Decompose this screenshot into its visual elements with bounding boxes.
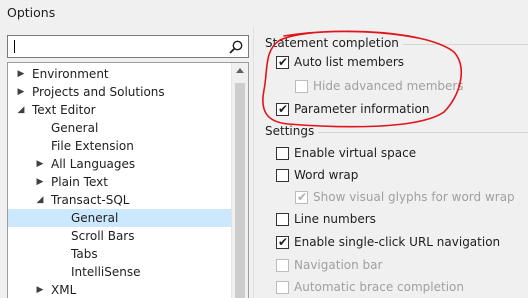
tree-item-label: General [51,121,99,135]
show-visual-glyphs-label: Show visual glyphs for word wrap [313,190,515,204]
tree-item-tsql-general[interactable]: General [8,209,232,227]
search-input[interactable] [7,35,249,58]
tree-item-label: Scroll Bars [71,229,135,243]
window-title: Options [7,5,56,20]
navigation-bar-checkbox[interactable] [276,259,289,272]
single-click-url-checkbox[interactable]: ✔ [276,235,289,249]
line-numbers-checkbox[interactable] [276,213,289,226]
tree-item-text-editor[interactable]: ◢ Text Editor [8,101,232,119]
check-icon: ✔ [297,190,308,204]
scroll-up-arrow-icon[interactable] [236,68,244,73]
expand-arrow-icon[interactable]: ▶ [16,65,26,83]
check-icon: ✔ [278,235,289,249]
tree-scrollbar[interactable] [231,63,248,298]
expand-arrow-icon[interactable]: ▶ [35,155,45,173]
navigation-bar-label: Navigation bar [294,258,383,272]
word-wrap-label: Word wrap [294,168,359,182]
tree-item-scroll-bars[interactable]: Scroll Bars [8,227,232,245]
enable-virtual-space-checkbox[interactable] [276,147,289,160]
line-numbers-label: Line numbers [294,212,376,226]
expand-arrow-icon[interactable]: ▶ [16,83,26,101]
pane-divider [253,27,254,298]
tree-item-label: All Languages [51,157,136,171]
auto-brace-checkbox[interactable] [276,281,289,294]
single-click-url-label: Enable single-click URL navigation [294,235,501,249]
tree-item-label: Transact-SQL [51,193,130,207]
options-tree[interactable]: ▶ Environment ▶ Projects and Solutions ◢… [7,62,249,298]
show-visual-glyphs-checkbox[interactable]: ✔ [295,190,308,204]
word-wrap-checkbox[interactable] [276,169,289,182]
tree-item-label: Tabs [71,247,98,261]
scrollbar-thumb[interactable] [235,83,245,298]
tree-item-environment[interactable]: ▶ Environment [8,65,232,83]
tree-item-general[interactable]: General [8,119,232,137]
tree-item-intellisense[interactable]: IntelliSense [8,263,232,281]
expand-arrow-icon[interactable]: ▶ [35,281,45,298]
tree-item-label: Environment [32,67,109,81]
tree-item-xml[interactable]: ▶ XML [8,281,232,298]
tree-item-label: Projects and Solutions [32,85,165,99]
tree-item-transact-sql[interactable]: ◢ Transact-SQL [8,191,232,209]
tree-item-label: Plain Text [51,175,108,189]
expand-arrow-icon[interactable]: ▶ [35,173,45,191]
text-caret [14,40,15,53]
tree-item-label: XML [51,283,77,297]
tree-item-projects-and-solutions[interactable]: ▶ Projects and Solutions [8,83,232,101]
tree-item-label: File Extension [51,139,134,153]
collapse-arrow-icon[interactable]: ◢ [35,191,45,209]
auto-brace-label: Automatic brace completion [294,280,465,294]
search-icon[interactable] [228,39,244,55]
annotation-circle [262,30,462,128]
tree-item-file-extension[interactable]: File Extension [8,137,232,155]
tree-item-label: IntelliSense [71,265,141,279]
enable-virtual-space-label: Enable virtual space [294,146,417,160]
tree-item-plain-text[interactable]: ▶ Plain Text [8,173,232,191]
tree-item-tabs[interactable]: Tabs [8,245,232,263]
tree-item-label: General [71,211,119,225]
tree-item-label: Text Editor [32,103,96,117]
tree-item-all-languages[interactable]: ▶ All Languages [8,155,232,173]
collapse-arrow-icon[interactable]: ◢ [16,101,26,119]
